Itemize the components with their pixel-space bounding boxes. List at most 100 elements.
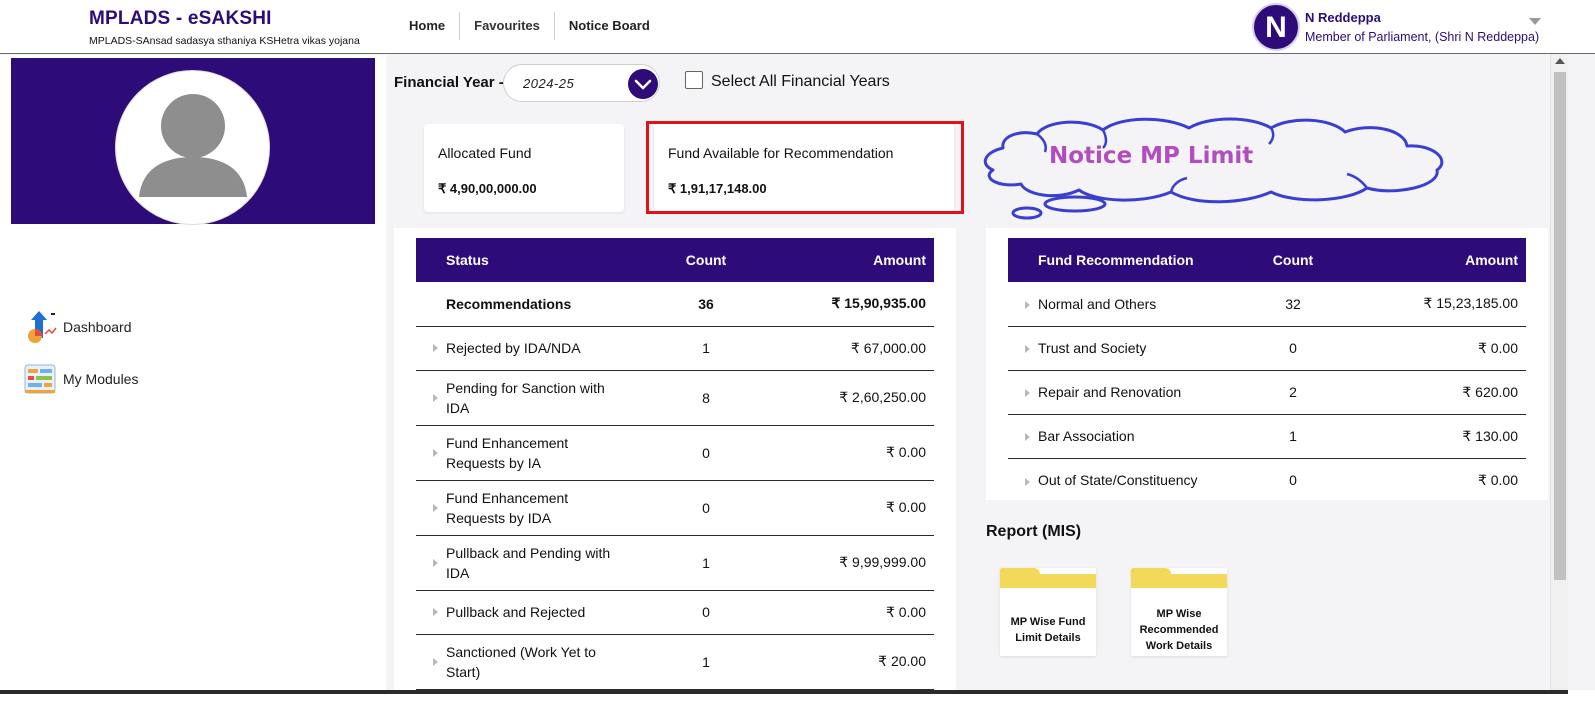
table-row[interactable]: Repair and Renovation 2 ₹ 620.00 <box>1008 370 1526 415</box>
status-table-wrap: Status Count Amount Recommendations 36 ₹… <box>416 238 934 690</box>
table-row[interactable]: Fund Enhancement Requests by IA 0 ₹ 0.00 <box>416 425 934 481</box>
status-count: 1 <box>646 326 766 371</box>
table-row[interactable]: Pending for Sanction with IDA 8 ₹ 2,60,2… <box>416 370 934 426</box>
status-count: 0 <box>646 590 766 635</box>
expand-arrow-icon[interactable] <box>433 503 438 512</box>
fund-count: 32 <box>1258 282 1328 327</box>
user-name: N Reddeppa <box>1305 10 1381 25</box>
select-all-years-checkbox[interactable] <box>685 71 703 89</box>
report-mis-title: Report (MIS) <box>986 523 1082 540</box>
table-row[interactable]: Pullback and Pending with IDA 1 ₹ 9,99,9… <box>416 535 934 591</box>
sidebar-item-my-modules[interactable]: My Modules <box>23 362 138 396</box>
expand-arrow-icon[interactable] <box>433 657 438 666</box>
column-header-count[interactable]: Count <box>646 238 766 282</box>
table-row[interactable]: Out of State/Constituency 0 ₹ 0.00 <box>1008 458 1526 502</box>
expand-arrow-icon[interactable] <box>1025 477 1030 486</box>
expand-arrow-icon[interactable] <box>433 393 438 402</box>
status-cell: Pullback and Pending with IDA <box>416 535 646 591</box>
sidebar-item-label: My Modules <box>63 371 139 387</box>
report-mp-wise-recommended-work[interactable]: MP Wise Recommended Work Details <box>1131 568 1227 656</box>
nav-home[interactable]: Home <box>395 12 461 40</box>
column-header-amount[interactable]: Amount <box>766 238 934 282</box>
status-table: Status Count Amount Recommendations 36 ₹… <box>416 238 934 690</box>
table-header-row: Fund Recommendation Count Amount <box>1008 238 1526 282</box>
fund-table-wrap: Fund Recommendation Count Amount Normal … <box>1008 238 1526 502</box>
fund-amount: ₹ 0.00 <box>1328 326 1526 371</box>
allocated-fund-value: ₹ 4,90,00,000.00 <box>438 181 537 196</box>
profile-name: N Reddeppa <box>157 228 228 242</box>
fund-amount: ₹ 0.00 <box>1477 471 1518 488</box>
cloud-annotation-text: Notice MP Limit <box>1049 143 1254 169</box>
user-avatar[interactable]: N <box>1252 3 1300 51</box>
financial-year-value: 2024-25 <box>523 76 575 91</box>
expand-arrow-icon[interactable] <box>433 344 438 352</box>
table-row[interactable]: Fund Enhancement Requests by IDA 0 ₹ 0.0… <box>416 480 934 536</box>
fund-amount: ₹ 15,23,185.00 <box>1328 282 1526 327</box>
nav-notice-board[interactable]: Notice Board <box>555 12 664 40</box>
table-row[interactable]: Normal and Others 32 ₹ 15,23,185.00 <box>1008 282 1526 327</box>
fund-label: Bar Association <box>1038 428 1135 444</box>
status-label: Pullback and Rejected <box>446 604 586 620</box>
chevron-down-icon[interactable] <box>1529 18 1541 25</box>
brand-title[interactable]: MPLADS - eSAKSHI <box>89 8 360 30</box>
top-bar: MPLADS - eSAKSHI MPLADS-SAnsad sadasya s… <box>0 0 1595 54</box>
column-header-count[interactable]: Count <box>1258 238 1328 282</box>
scroll-up-arrow-icon[interactable] <box>1555 58 1565 64</box>
brand-subtitle: MPLADS-SAnsad sadasya sthaniya KSHetra v… <box>89 35 360 47</box>
dropdown-button[interactable] <box>628 69 658 99</box>
expand-arrow-icon[interactable] <box>1025 389 1030 398</box>
status-label: Sanctioned (Work Yet to Start) <box>446 643 596 680</box>
table-row[interactable]: Rejected by IDA/NDA 1 ₹ 67,000.00 <box>416 326 934 371</box>
column-header-status[interactable]: Status <box>416 238 646 282</box>
sidebar-item-label: Dashboard <box>63 319 132 335</box>
fund-label: Normal and Others <box>1038 295 1157 312</box>
sidebar-item-dashboard[interactable]: Dashboard <box>23 310 132 344</box>
folder-icon-body <box>1131 574 1227 588</box>
profile-role: Member of Parliament <box>131 248 255 262</box>
bottom-divider <box>0 690 1568 694</box>
expand-arrow-icon[interactable] <box>1025 345 1030 354</box>
scrollbar-thumb[interactable] <box>1554 72 1566 580</box>
user-menu[interactable]: N N Reddeppa Member of Parliament, (Shri… <box>1252 2 1552 51</box>
status-label: Pending for Sanction with IDA <box>446 379 605 416</box>
expand-arrow-icon[interactable] <box>433 608 438 616</box>
status-label: Recommendations <box>416 282 646 327</box>
expand-arrow-icon[interactable] <box>1025 301 1030 310</box>
expand-arrow-icon[interactable] <box>433 558 438 567</box>
table-row[interactable]: Recommendations 36 ₹ 15,90,935.00 <box>416 282 934 327</box>
report-label: MP Wise Recommended Work Details <box>1139 608 1219 652</box>
vertical-scrollbar[interactable] <box>1550 54 1568 690</box>
status-count: 0 <box>646 480 766 536</box>
table-row[interactable]: Bar Association 1 ₹ 130.00 <box>1008 414 1526 459</box>
folder-icon-body <box>1000 574 1096 588</box>
column-header-amount[interactable]: Amount <box>1328 238 1526 282</box>
financial-year-select[interactable]: 2024-25 <box>503 64 660 102</box>
status-cell: Sanctioned (Work Yet to Start) <box>416 634 646 690</box>
status-count: 0 <box>646 425 766 481</box>
status-count: 8 <box>646 370 766 426</box>
fund-label: Repair and Renovation <box>1038 384 1182 400</box>
table-header-row: Status Count Amount <box>416 238 934 282</box>
nav-favourites[interactable]: Favourites <box>460 12 555 40</box>
table-row[interactable]: Sanctioned (Work Yet to Start) 1 ₹ 20.00 <box>416 634 934 690</box>
brand[interactable]: MPLADS - eSAKSHI MPLADS-SAnsad sadasya s… <box>89 8 360 47</box>
dashboard-icon <box>28 311 57 343</box>
fund-amount: ₹ 130.00 <box>1328 414 1526 459</box>
fund-cell: Out of State/Constituency <box>1008 458 1258 502</box>
allocated-fund-title: Allocated Fund <box>438 145 532 161</box>
status-cell: Rejected by IDA/NDA <box>416 326 646 371</box>
fund-label: Out of State/Constituency <box>1038 472 1198 489</box>
status-amount: ₹ 0.00 <box>766 480 934 536</box>
select-all-years-label[interactable]: Select All Financial Years <box>711 73 890 91</box>
status-amount: ₹ 9,99,999.00 <box>766 535 934 591</box>
report-mp-wise-fund-limit[interactable]: MP Wise Fund Limit Details <box>1000 568 1096 656</box>
status-amount: ₹ 67,000.00 <box>766 326 934 371</box>
expand-arrow-icon[interactable] <box>433 448 438 457</box>
fund-recommendation-table: Fund Recommendation Count Amount Normal … <box>1008 238 1526 502</box>
status-label: Fund Enhancement Requests by IA <box>446 434 569 471</box>
expand-arrow-icon[interactable] <box>1025 433 1030 442</box>
table-row[interactable]: Trust and Society 0 ₹ 0.00 <box>1008 326 1526 371</box>
column-header-fund-recommendation[interactable]: Fund Recommendation <box>1008 238 1258 282</box>
status-label: Fund Enhancement Requests by IDA <box>446 489 569 526</box>
table-row[interactable]: Pullback and Rejected 0 ₹ 0.00 <box>416 590 934 635</box>
